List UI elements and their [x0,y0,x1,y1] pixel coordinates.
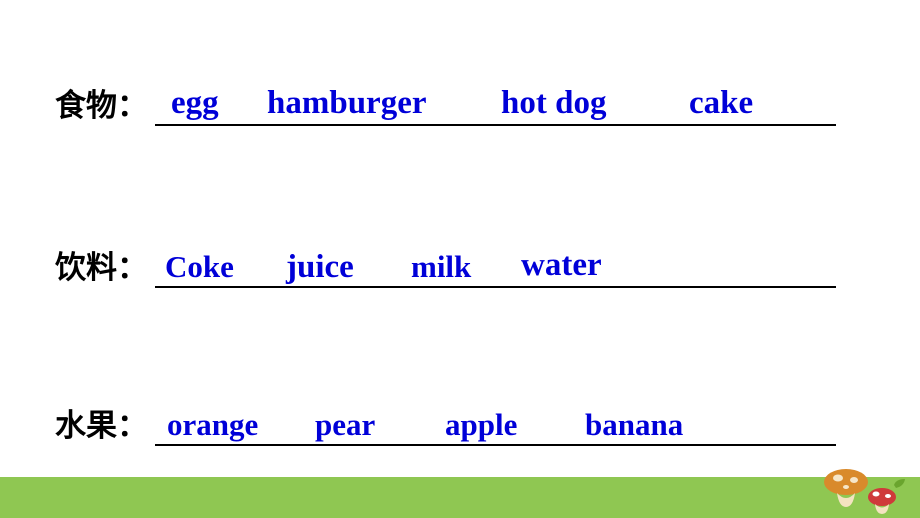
worksheet-row-food: 食物： egg hamburger hot dog cake [55,78,836,126]
bottom-decoration-bar [0,474,920,518]
answer-word: egg [171,85,219,121]
answer-word: banana [585,407,684,442]
answer-word: cake [689,85,754,121]
mushroom-icon [824,469,905,514]
row-label-food: 食物： [55,88,148,124]
answer-blank-fruit[interactable]: orange pear apple banana [155,398,836,446]
worksheet-row-fruit: 水果： orange pear apple banana [55,398,836,446]
bottom-bar-fill [0,484,920,518]
answer-word: apple [445,407,518,442]
answer-word: hamburger [267,85,427,121]
answer-word: hot dog [501,85,607,121]
answer-word: Coke [165,249,234,284]
answer-word: milk [411,249,472,284]
slide-canvas: 食物： egg hamburger hot dog cake 饮料： Coke … [0,0,920,518]
worksheet-row-drink: 饮料： Coke juice milk water [55,240,836,288]
answer-word: orange [167,407,259,442]
row-label-fruit: 水果： [55,408,148,444]
answer-word: juice [286,249,354,285]
answer-blank-food[interactable]: egg hamburger hot dog cake [155,78,836,126]
answer-word: water [521,247,602,283]
row-label-drink: 饮料： [55,250,148,286]
answer-blank-drink[interactable]: Coke juice milk water [155,240,836,288]
answer-word: pear [315,407,376,442]
